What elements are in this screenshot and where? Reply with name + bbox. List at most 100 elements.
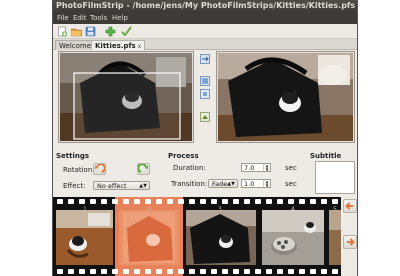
frame-number: 4 <box>291 206 295 213</box>
transition-unit: sec <box>285 180 297 188</box>
move-right-button[interactable] <box>343 235 357 249</box>
sprocket-hole <box>244 269 250 274</box>
effect-value: No effect <box>97 182 127 190</box>
properties-panel: Settings Rotation: Effect: No effect ▲▼ … <box>53 150 357 196</box>
duration-value: 7.0 <box>244 164 255 172</box>
subtitle-heading: Subtitle <box>310 152 342 160</box>
save-project-icon[interactable] <box>85 26 96 37</box>
subtitle-textbox[interactable] <box>315 161 355 194</box>
rotate-right-button[interactable] <box>137 163 150 175</box>
sprocket-hole <box>299 199 305 204</box>
sprocket-hole <box>244 199 250 204</box>
sprocket-hole <box>288 199 294 204</box>
sprocket-hole <box>79 269 85 274</box>
kitten-bag-photo-zoomed <box>218 53 353 141</box>
zoom-image-icon[interactable] <box>200 89 210 99</box>
sprocket-hole <box>200 269 206 274</box>
copy-motion-icon[interactable] <box>200 112 210 122</box>
sprocket-hole <box>222 199 228 204</box>
render-filmstrip-icon[interactable] <box>121 26 132 37</box>
sprocket-hole <box>167 269 173 274</box>
rotate-left-button[interactable] <box>93 163 106 175</box>
menu-file[interactable]: File <box>57 14 69 22</box>
tab-label: Welcome <box>59 42 92 50</box>
process-heading: Process <box>168 152 199 160</box>
menu-help[interactable]: Help <box>112 14 128 22</box>
transition-label: Transition: <box>171 180 208 188</box>
duration-input[interactable]: 7.0 ▲ ▼ <box>241 163 271 172</box>
transition-duration-input[interactable]: 1.0 ▲ ▼ <box>241 179 271 188</box>
effect-select[interactable]: No effect ▲▼ <box>93 181 150 190</box>
frame-thumbnail <box>56 210 113 265</box>
add-pictures-icon[interactable] <box>105 26 116 37</box>
sprocket-hole <box>68 269 74 274</box>
sprocket-hole <box>101 199 107 204</box>
spin-arrows-icon[interactable]: ▲ ▼ <box>263 164 270 171</box>
filmstrip-nav <box>341 197 357 276</box>
close-tab-icon[interactable]: x <box>138 43 142 50</box>
menu-tools[interactable]: Tools <box>90 14 107 22</box>
sprocket-hole <box>90 269 96 274</box>
frame-thumbnail <box>329 210 341 265</box>
sprocket-holes-top <box>53 197 341 206</box>
spin-arrows-icon[interactable]: ▲ ▼ <box>263 180 270 187</box>
end-image-preview[interactable] <box>216 51 355 143</box>
effect-label: Effect: <box>63 182 86 190</box>
sprocket-hole <box>310 269 316 274</box>
sprocket-holes-bottom <box>53 267 341 276</box>
frame-thumbnail <box>262 210 324 265</box>
new-project-icon[interactable] <box>57 26 68 37</box>
sprocket-hole <box>167 199 173 204</box>
sprocket-hole <box>288 269 294 274</box>
swap-images-icon[interactable] <box>200 54 210 64</box>
sprocket-hole <box>332 199 338 204</box>
sprocket-hole <box>178 199 184 204</box>
toolbar <box>53 24 357 39</box>
menu-bar: File Edit Tools Help <box>53 13 357 24</box>
frame-number: 2 <box>147 206 151 213</box>
menu-edit[interactable]: Edit <box>73 14 87 22</box>
move-left-button[interactable] <box>343 199 357 213</box>
sprocket-hole <box>145 199 151 204</box>
transition-select[interactable]: Fade ▲▼ <box>208 179 238 188</box>
sprocket-hole <box>68 199 74 204</box>
fit-image-icon[interactable] <box>200 76 210 86</box>
sprocket-hole <box>189 199 195 204</box>
sprocket-hole <box>189 269 195 274</box>
sprocket-hole <box>299 269 305 274</box>
kitten-bag-photo <box>60 53 192 141</box>
sprocket-hole <box>123 269 129 274</box>
sprocket-hole <box>112 269 118 274</box>
sprocket-hole <box>310 199 316 204</box>
tab-welcome[interactable]: Welcome <box>55 40 96 50</box>
sprocket-hole <box>266 269 272 274</box>
rotation-label: Rotation: <box>63 166 95 174</box>
sprocket-hole <box>134 199 140 204</box>
sprocket-hole <box>156 269 162 274</box>
sprocket-hole <box>101 269 107 274</box>
transition-duration-value: 1.0 <box>244 180 255 188</box>
sprocket-hole <box>255 269 261 274</box>
sprocket-hole <box>266 199 272 204</box>
sprocket-hole <box>134 269 140 274</box>
sprocket-hole <box>57 199 63 204</box>
open-project-icon[interactable] <box>71 26 82 37</box>
tab-kitties[interactable]: Kitties.pfs x <box>91 40 146 50</box>
duration-label: Duration: <box>173 164 206 172</box>
sprocket-hole <box>211 269 217 274</box>
app-window: PhotoFilmStrip - /home/jens/My PhotoFilm… <box>52 0 358 276</box>
sprocket-hole <box>277 269 283 274</box>
window-title: PhotoFilmStrip - /home/jens/My PhotoFilm… <box>56 1 356 10</box>
start-image-preview[interactable] <box>58 51 194 143</box>
chevron-down-icon: ▲▼ <box>227 181 235 187</box>
sprocket-hole <box>79 199 85 204</box>
film-strip[interactable]: 1 2 3 4 5 <box>53 197 341 276</box>
preview-tools <box>198 52 212 142</box>
tab-bar: Welcome Kitties.pfs x <box>53 39 357 50</box>
sprocket-hole <box>156 199 162 204</box>
frame-thumbnail <box>186 210 256 265</box>
sprocket-hole <box>211 199 217 204</box>
tab-label: Kitties.pfs <box>95 42 136 50</box>
sprocket-hole <box>233 199 239 204</box>
settings-heading: Settings <box>56 152 90 160</box>
